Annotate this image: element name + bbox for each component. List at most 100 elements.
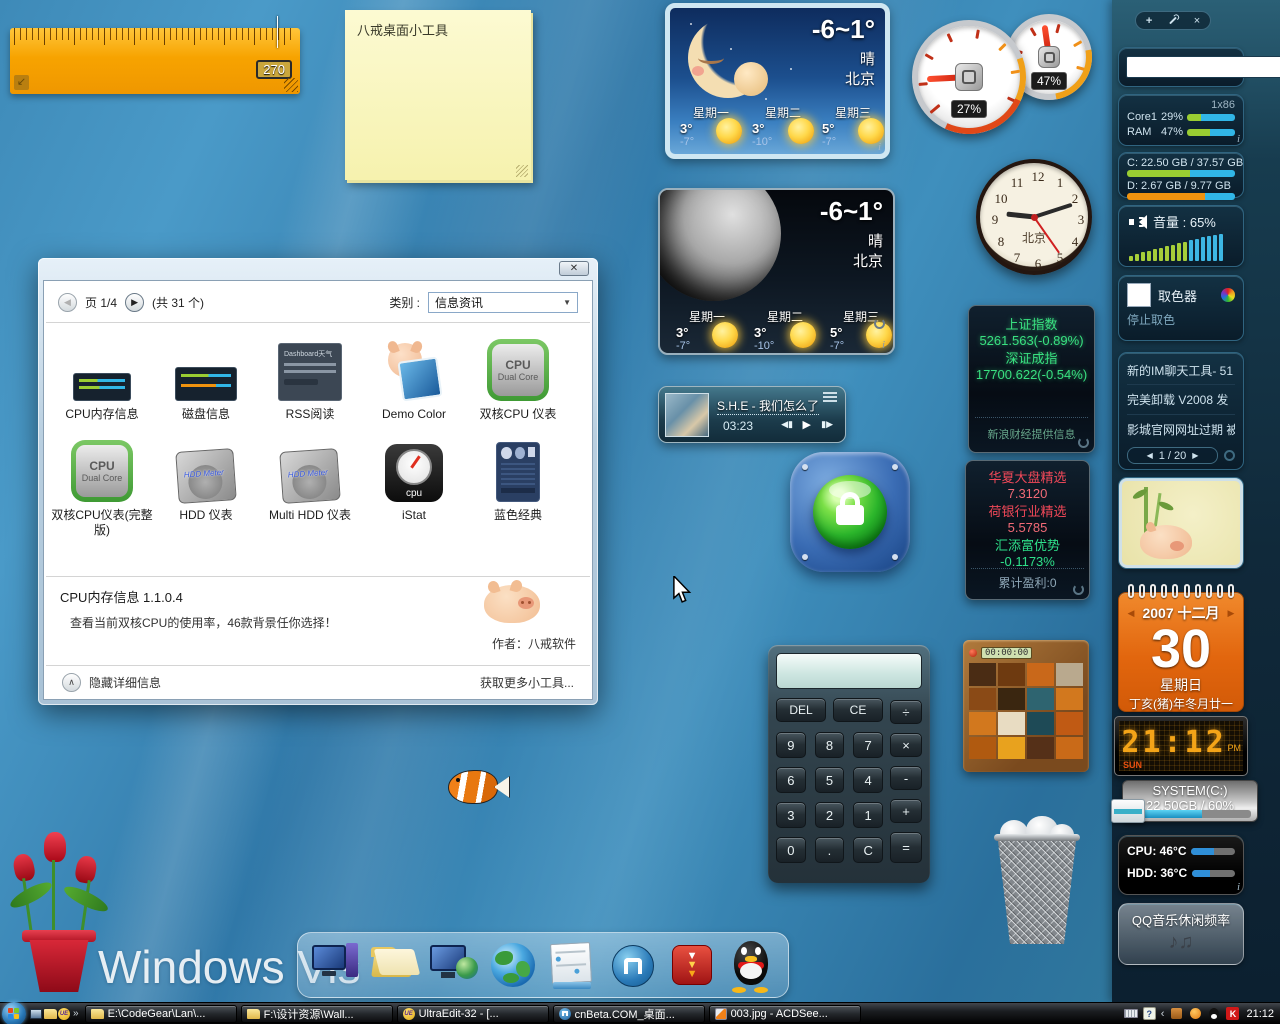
prev-button[interactable]: ◀▮ <box>781 419 793 430</box>
refresh-icon[interactable] <box>1073 584 1084 595</box>
next-button[interactable]: ▮▶ <box>821 419 833 430</box>
next-page-button[interactable]: ▶ <box>125 293 144 312</box>
news-headline[interactable]: 新的IM聊天工具- 51 <box>1127 357 1235 385</box>
cpu-meter-widget[interactable]: 1x86 Core1 29% RAM 47% i <box>1118 94 1244 146</box>
dialog-close-button[interactable]: ✕ <box>559 261 589 276</box>
color-picker-widget[interactable]: 取色器 停止取色 <box>1118 275 1244 341</box>
temperature-widget[interactable]: CPU: 46°C HDD: 36°C i <box>1118 835 1244 895</box>
puzzle-game-widget[interactable]: 00:00:00 <box>963 640 1089 772</box>
volume-bars[interactable] <box>1123 233 1239 261</box>
globe-icon[interactable] <box>487 937 539 993</box>
fund-widget[interactable]: 华夏大盘精选 7.3120 荷银行业精选 5.5785 汇添富优势 -0.117… <box>965 460 1090 600</box>
prev-page-button[interactable]: ◀ <box>58 293 77 312</box>
tray-app-icon-bag[interactable] <box>1169 1007 1183 1021</box>
calc-equals-button[interactable]: = <box>890 832 922 863</box>
kaspersky-tray-icon[interactable]: K <box>1226 1007 1239 1020</box>
hide-details-label[interactable]: 隐藏详细信息 <box>89 674 161 691</box>
qq-icon[interactable] <box>724 937 776 993</box>
play-button[interactable]: ▶ <box>803 418 811 431</box>
gadget-item[interactable]: HDD Meter HDD 仪表 <box>154 438 258 538</box>
info-icon[interactable]: i <box>1237 133 1240 145</box>
gadget-item[interactable]: 磁盘信息 <box>154 337 258 422</box>
calc-key-7[interactable]: 7 <box>853 732 883 758</box>
ruler-move-handle[interactable]: ↙ <box>14 75 29 90</box>
calc-key-c[interactable]: C <box>853 837 883 863</box>
news-next-button[interactable]: ▶ <box>1192 451 1198 460</box>
music-player-widget[interactable]: S.H.E - 我们怎么了 03:23 ◀▮ ▶ ▮▶ <box>658 386 846 443</box>
quicklaunch-folder-icon[interactable] <box>43 1007 57 1021</box>
my-computer-icon[interactable] <box>310 937 362 993</box>
news-prev-button[interactable]: ◀ <box>1147 451 1153 460</box>
led-clock-widget[interactable]: 21:12 PM SUN <box>1114 716 1248 776</box>
gadget-item[interactable]: Demo Color <box>362 337 466 422</box>
keyboard-tray-icon[interactable] <box>1124 1007 1138 1021</box>
gadget-item[interactable]: cpu iStat <box>362 438 466 538</box>
gadget-item[interactable]: CPU Dual Core 双核CPU仪表(完整版) <box>50 438 154 538</box>
taskbar-task-ultraedit[interactable]: UE UltraEdit-32 - [... <box>397 1005 549 1023</box>
refresh-icon[interactable] <box>874 318 885 329</box>
calc-ce-button[interactable]: CE <box>833 698 883 722</box>
color-wheel-icon[interactable] <box>1221 288 1235 302</box>
taskbar-task-cnbeta[interactable]: cnBeta.COM_桌面... <box>553 1005 705 1023</box>
add-gadget-button[interactable]: + <box>1146 15 1152 27</box>
calendar-widget[interactable]: ◀ 2007 十二月 ▶ 30 星期日 丁亥(猪)年冬月廿一 <box>1118 592 1244 712</box>
calendar-prev-month[interactable]: ◀ <box>1128 608 1135 619</box>
qq-tray-icon[interactable] <box>1207 1007 1221 1021</box>
quicklaunch-ultraedit-icon[interactable]: UE <box>57 1007 71 1021</box>
folder-icon[interactable] <box>369 937 421 993</box>
puzzle-tiles[interactable] <box>969 663 1083 759</box>
gadget-item[interactable]: CPU Dual Core 双核CPU 仪表 <box>466 337 570 422</box>
taskbar-task-design-folder[interactable]: F:\设计资源\Wall... <box>241 1005 393 1023</box>
color-swatch[interactable] <box>1127 283 1151 307</box>
calc-key-2[interactable]: 2 <box>815 802 845 828</box>
security-lock-widget[interactable] <box>790 452 910 572</box>
volume-widget[interactable]: 音量 : 65% <box>1118 205 1244 267</box>
calc-plus-button[interactable]: + <box>890 799 922 823</box>
display-settings-icon[interactable] <box>428 937 480 993</box>
refresh-icon[interactable] <box>1224 450 1235 461</box>
start-button[interactable] <box>2 1002 26 1024</box>
calc-key-5[interactable]: 5 <box>815 767 845 793</box>
disk-usage-widget[interactable]: C: 22.50 GB / 37.57 GB D: 2.67 GB / 9.77… <box>1118 152 1244 198</box>
system-drive-widget[interactable]: SYSTEM(C:) 22.50GB / 60% <box>1122 780 1258 822</box>
analog-clock-widget[interactable]: 121 23 45 67 89 1011 北京 <box>976 159 1092 275</box>
weather-widget-day[interactable]: -6~1° 晴 北京 星期一 3° -7° 星期二 3° -10° 星期三 5°… <box>665 3 890 159</box>
tray-collapse-chevron[interactable]: ‹ <box>1161 1008 1165 1020</box>
news-headline[interactable]: 完美卸载 V2008 发 <box>1127 385 1235 415</box>
control-panel-icon[interactable] <box>547 937 599 993</box>
calc-minus-button[interactable]: - <box>890 766 922 790</box>
ruler-widget[interactable]: 270 ↙ <box>10 28 300 94</box>
taskbar-task-codegear[interactable]: E:\CodeGear\Lan\... <box>85 1005 237 1023</box>
puzzle-record-dot[interactable] <box>969 649 977 657</box>
weather-widget-night[interactable]: -6~1° 晴 北京 星期一 3° -7° 星期二 3° -10° 星期三 5°… <box>658 188 895 355</box>
maxthon-icon[interactable] <box>606 937 658 993</box>
calc-key-9[interactable]: 9 <box>776 732 806 758</box>
sticky-note-text[interactable]: 八戒桌面小工具 <box>345 10 531 49</box>
calc-multiply-button[interactable]: × <box>890 733 922 757</box>
tray-app-icon-alert[interactable] <box>1188 1007 1202 1021</box>
cpu-gauge-widget[interactable]: 27% <box>912 20 1026 134</box>
calc-key-1[interactable]: 1 <box>853 802 883 828</box>
flashget-icon[interactable]: ▼▼▼ <box>665 937 717 993</box>
options-wrench-icon[interactable] <box>1169 17 1177 25</box>
help-tray-icon[interactable]: ? <box>1143 1007 1156 1020</box>
close-sidebar-button[interactable]: × <box>1194 15 1200 27</box>
calculator-widget[interactable]: DEL CE 9 8 7 6 5 4 3 2 1 0 . C <box>768 645 930 883</box>
gadget-item[interactable]: 蓝色经典 <box>466 438 570 538</box>
search-input[interactable] <box>1126 56 1280 78</box>
calc-key-3[interactable]: 3 <box>776 802 806 828</box>
calendar-next-month[interactable]: ▶ <box>1228 608 1235 619</box>
qq-music-widget[interactable]: QQ音乐休闲频率 ♪♫ <box>1118 903 1244 965</box>
stop-picking-link[interactable]: 停止取色 <box>1127 311 1235 328</box>
track-title[interactable]: S.H.E - 我们怎么了 <box>717 397 819 415</box>
info-icon[interactable]: i <box>878 141 881 153</box>
category-dropdown[interactable]: 信息资讯 ▼ <box>428 292 578 313</box>
refresh-icon[interactable] <box>1078 437 1089 448</box>
calc-divide-button[interactable]: ÷ <box>890 700 922 724</box>
taskbar-task-acdsee[interactable]: 003.jpg - ACDSee... <box>709 1005 861 1023</box>
quicklaunch-app-icon[interactable] <box>29 1007 43 1021</box>
calc-key-dot[interactable]: . <box>815 837 845 863</box>
note-resize-grip[interactable] <box>516 165 528 177</box>
info-icon[interactable]: i <box>1237 881 1240 893</box>
gadget-item[interactable]: Dashboard天气 RSS阅读 <box>258 337 362 422</box>
